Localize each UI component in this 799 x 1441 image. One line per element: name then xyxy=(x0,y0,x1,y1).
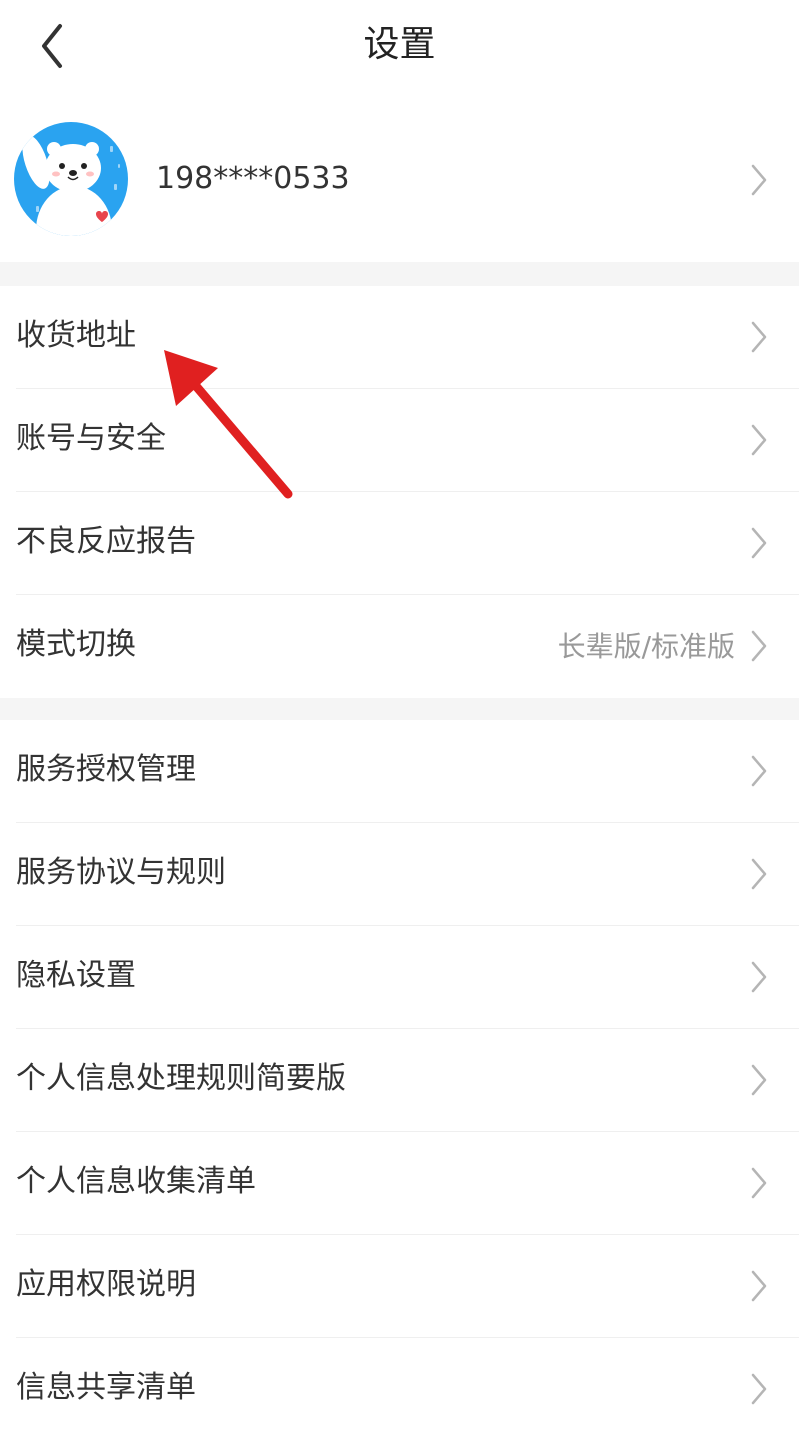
menu-item-service-authorization[interactable]: 服务授权管理 xyxy=(0,720,799,823)
menu-item-adverse-reaction-report[interactable]: 不良反应报告 xyxy=(0,492,799,595)
chevron-right-icon xyxy=(751,527,767,559)
menu-item-label: 不良反应报告 xyxy=(16,524,196,559)
page-title: 设置 xyxy=(363,24,436,65)
chevron-right-icon xyxy=(751,1373,767,1405)
section-gap xyxy=(0,698,799,720)
chevron-right-icon xyxy=(751,321,767,353)
menu-item-label: 隐私设置 xyxy=(16,958,136,993)
menu-item-label: 服务授权管理 xyxy=(16,752,196,787)
settings-group-2: 服务授权管理 服务协议与规则 隐私设置 个人信息处理规则简要版 个人信息收集清单… xyxy=(0,720,799,1441)
settings-group-1: 收货地址 账号与安全 不良反应报告 模式切换 长辈版/标准版 xyxy=(0,286,799,698)
menu-item-label: 信息共享清单 xyxy=(16,1370,196,1405)
menu-item-personal-info-rules-brief[interactable]: 个人信息处理规则简要版 xyxy=(0,1029,799,1132)
menu-item-account-security[interactable]: 账号与安全 xyxy=(0,389,799,492)
section-gap xyxy=(0,262,799,286)
menu-item-label: 应用权限说明 xyxy=(16,1267,196,1302)
chevron-right-icon xyxy=(751,961,767,993)
menu-item-shipping-address[interactable]: 收货地址 xyxy=(0,286,799,389)
profile-row[interactable]: 198****0533 xyxy=(0,96,799,262)
mode-switch-value: 长辈版/标准版 xyxy=(557,630,735,663)
chevron-right-icon xyxy=(751,858,767,890)
menu-item-app-permissions[interactable]: 应用权限说明 xyxy=(0,1235,799,1338)
chevron-right-icon xyxy=(751,630,767,662)
phone-number: 198****0533 xyxy=(156,161,350,196)
menu-item-label: 账号与安全 xyxy=(16,421,166,456)
chevron-right-icon xyxy=(751,755,767,787)
avatar xyxy=(14,122,128,236)
top-bar: 设置 xyxy=(0,0,799,96)
menu-item-label: 个人信息收集清单 xyxy=(16,1164,256,1199)
chevron-right-icon xyxy=(751,1064,767,1096)
menu-item-service-agreement[interactable]: 服务协议与规则 xyxy=(0,823,799,926)
menu-item-info-sharing-list[interactable]: 信息共享清单 xyxy=(0,1338,799,1441)
menu-item-label: 个人信息处理规则简要版 xyxy=(16,1061,346,1096)
chevron-right-icon xyxy=(751,164,767,196)
menu-item-label: 服务协议与规则 xyxy=(16,855,226,890)
menu-item-label: 收货地址 xyxy=(16,318,136,353)
menu-item-privacy-settings[interactable]: 隐私设置 xyxy=(0,926,799,1029)
chevron-right-icon xyxy=(751,1167,767,1199)
menu-item-mode-switch[interactable]: 模式切换 长辈版/标准版 xyxy=(0,595,799,698)
chevron-right-icon xyxy=(751,424,767,456)
chevron-right-icon xyxy=(751,1270,767,1302)
menu-item-label: 模式切换 xyxy=(16,627,136,662)
menu-item-personal-info-collection-list[interactable]: 个人信息收集清单 xyxy=(0,1132,799,1235)
